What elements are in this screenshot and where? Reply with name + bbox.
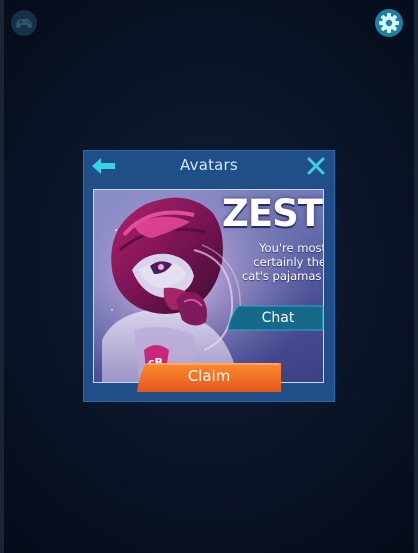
claim-button-label: Claim	[187, 367, 231, 385]
close-icon[interactable]	[306, 156, 326, 176]
screen-edge-right	[414, 0, 418, 553]
avatar-name: ZEST	[222, 192, 323, 235]
gear-icon[interactable]	[374, 8, 404, 38]
gamepad-icon[interactable]	[9, 8, 39, 38]
modal-title: Avatars	[180, 156, 238, 174]
modal-header: Avatars	[84, 151, 334, 181]
avatar-tagline: You're most certainly the cat's pajamas!	[241, 241, 324, 283]
avatar-card: cB ZEST You're most certainly the cat's …	[93, 189, 324, 383]
chat-button-label: Chat	[261, 310, 295, 326]
screen-edge-left	[0, 0, 4, 553]
arrow-left-icon[interactable]	[88, 154, 118, 178]
chat-button[interactable]: Chat	[226, 305, 324, 331]
claim-button[interactable]: Claim	[136, 362, 282, 393]
